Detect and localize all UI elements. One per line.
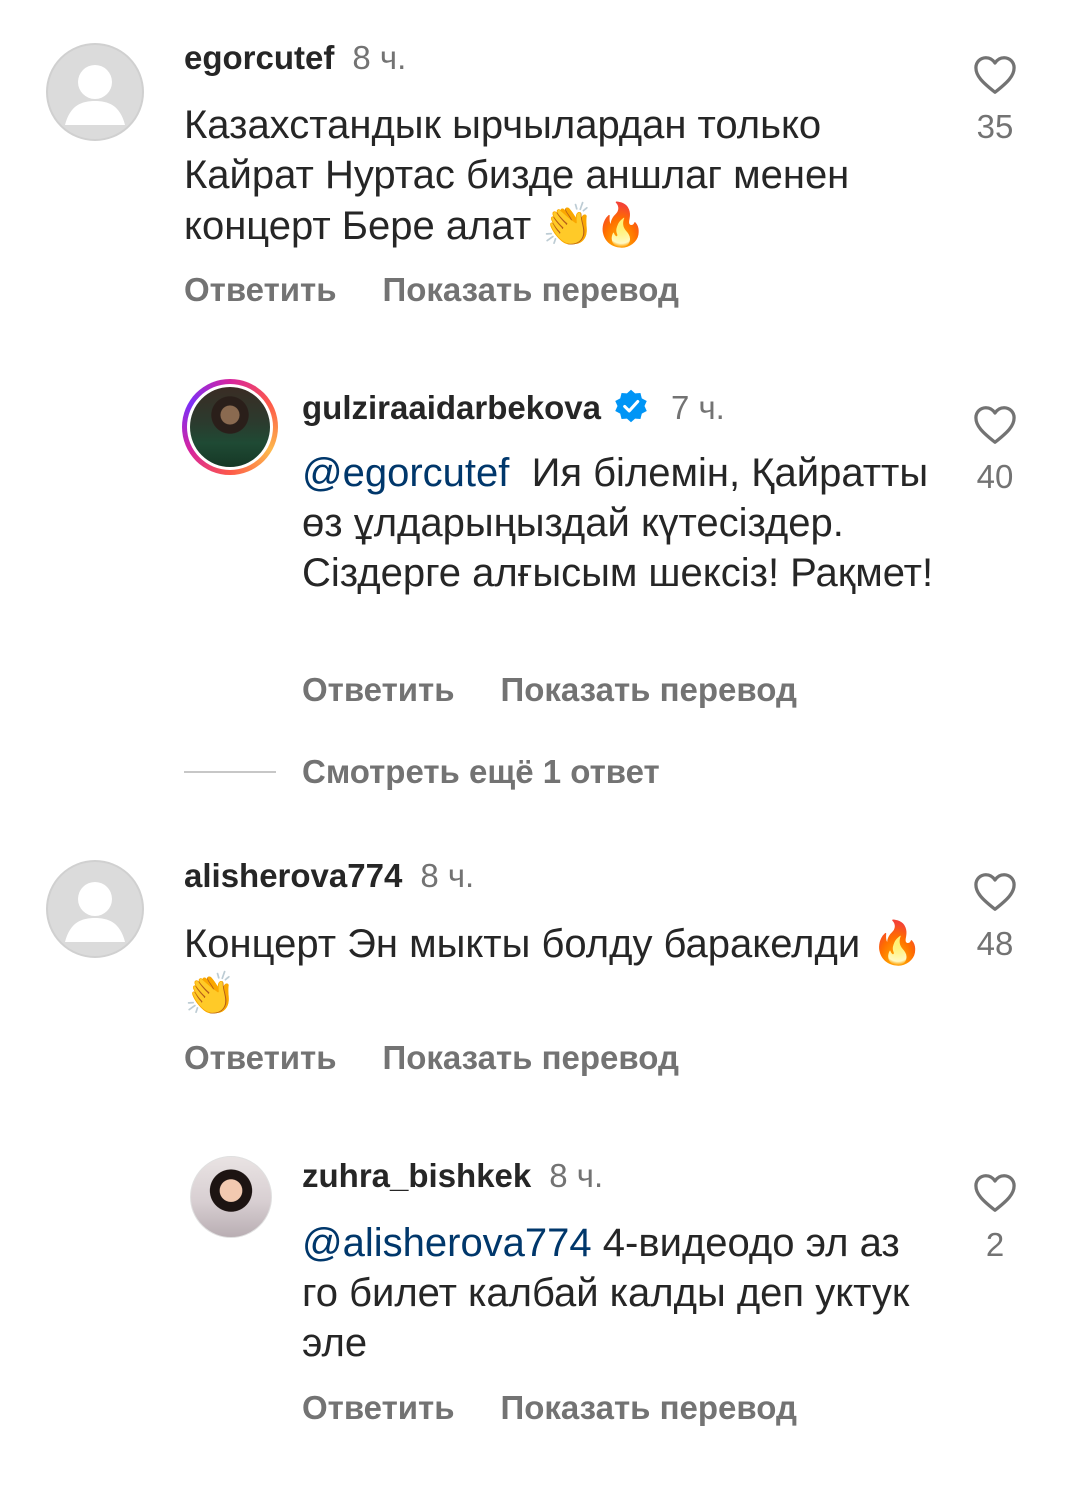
avatar-story-ring[interactable] xyxy=(182,379,278,475)
comment-text: Казахстандык ырчылардан только Кайрат Ну… xyxy=(184,103,850,249)
reply-button[interactable]: Ответить xyxy=(302,671,455,708)
comment-actions: Ответить Показать перевод xyxy=(184,270,679,310)
comment-text: @alisherova774 4-видеодо эл аз го билет … xyxy=(302,1221,910,1365)
mention-link[interactable]: @egorcutef xyxy=(302,451,509,495)
like-count: 40 xyxy=(976,458,1014,495)
comment-header: egorcutef 8 ч. xyxy=(184,38,406,78)
comment-header: alisherova774 8 ч. xyxy=(184,856,474,896)
like-button[interactable]: 35 xyxy=(955,55,1035,147)
comment-actions: Ответить Показать перевод xyxy=(302,670,797,710)
username[interactable]: alisherova774 xyxy=(184,857,402,894)
default-avatar-icon xyxy=(65,882,125,942)
comment-text: @egorcutef Ия білемін, Қайратты өз ұлдар… xyxy=(302,451,934,595)
avatar[interactable] xyxy=(190,1156,272,1238)
show-translation-button[interactable]: Показать перевод xyxy=(383,271,679,308)
comment-header: zuhra_bishkek 8 ч. xyxy=(302,1156,603,1196)
heart-icon xyxy=(974,56,1016,94)
comment-actions: Ответить Показать перевод xyxy=(184,1038,679,1078)
view-more-replies-label: Смотреть ещё 1 ответ xyxy=(302,753,660,790)
show-translation-button[interactable]: Показать перевод xyxy=(501,671,797,708)
show-translation-button[interactable]: Показать перевод xyxy=(501,1389,797,1426)
reply-button[interactable]: Ответить xyxy=(302,1389,455,1426)
username[interactable]: zuhra_bishkek xyxy=(302,1157,531,1194)
comment-text: Концерт Эн мыкты болду баракелди 🔥👏 xyxy=(184,918,924,1018)
username[interactable]: gulziraaidarbekova xyxy=(302,389,601,426)
divider-line xyxy=(184,771,276,773)
mention-link[interactable]: @alisherova774 xyxy=(302,1221,592,1265)
username[interactable]: egorcutef xyxy=(184,39,334,76)
heart-icon xyxy=(974,406,1016,444)
verified-badge-icon xyxy=(613,388,649,433)
avatar[interactable] xyxy=(46,860,144,958)
like-count: 35 xyxy=(976,108,1014,145)
timestamp: 8 ч. xyxy=(420,857,475,894)
like-button[interactable]: 48 xyxy=(955,872,1035,964)
avatar xyxy=(190,387,270,467)
like-count: 2 xyxy=(985,1226,1005,1263)
default-avatar-icon xyxy=(65,65,125,125)
like-button[interactable]: 40 xyxy=(955,405,1035,497)
avatar[interactable] xyxy=(46,43,144,141)
comment-actions: Ответить Показать перевод xyxy=(302,1388,797,1428)
like-button[interactable]: 2 xyxy=(955,1173,1035,1265)
reply-button[interactable]: Ответить xyxy=(184,271,337,308)
timestamp: 8 ч. xyxy=(352,39,407,76)
clap-fire-emoji: 👏🔥 xyxy=(542,200,647,249)
show-translation-button[interactable]: Показать перевод xyxy=(383,1039,679,1076)
timestamp: 8 ч. xyxy=(549,1157,604,1194)
comment-header: gulziraaidarbekova 7 ч. xyxy=(302,388,725,433)
heart-icon xyxy=(974,1174,1016,1212)
view-more-replies-button[interactable]: Смотреть ещё 1 ответ xyxy=(184,752,660,792)
timestamp: 7 ч. xyxy=(670,389,725,426)
heart-icon xyxy=(974,873,1016,911)
like-count: 48 xyxy=(976,925,1014,962)
reply-button[interactable]: Ответить xyxy=(184,1039,337,1076)
